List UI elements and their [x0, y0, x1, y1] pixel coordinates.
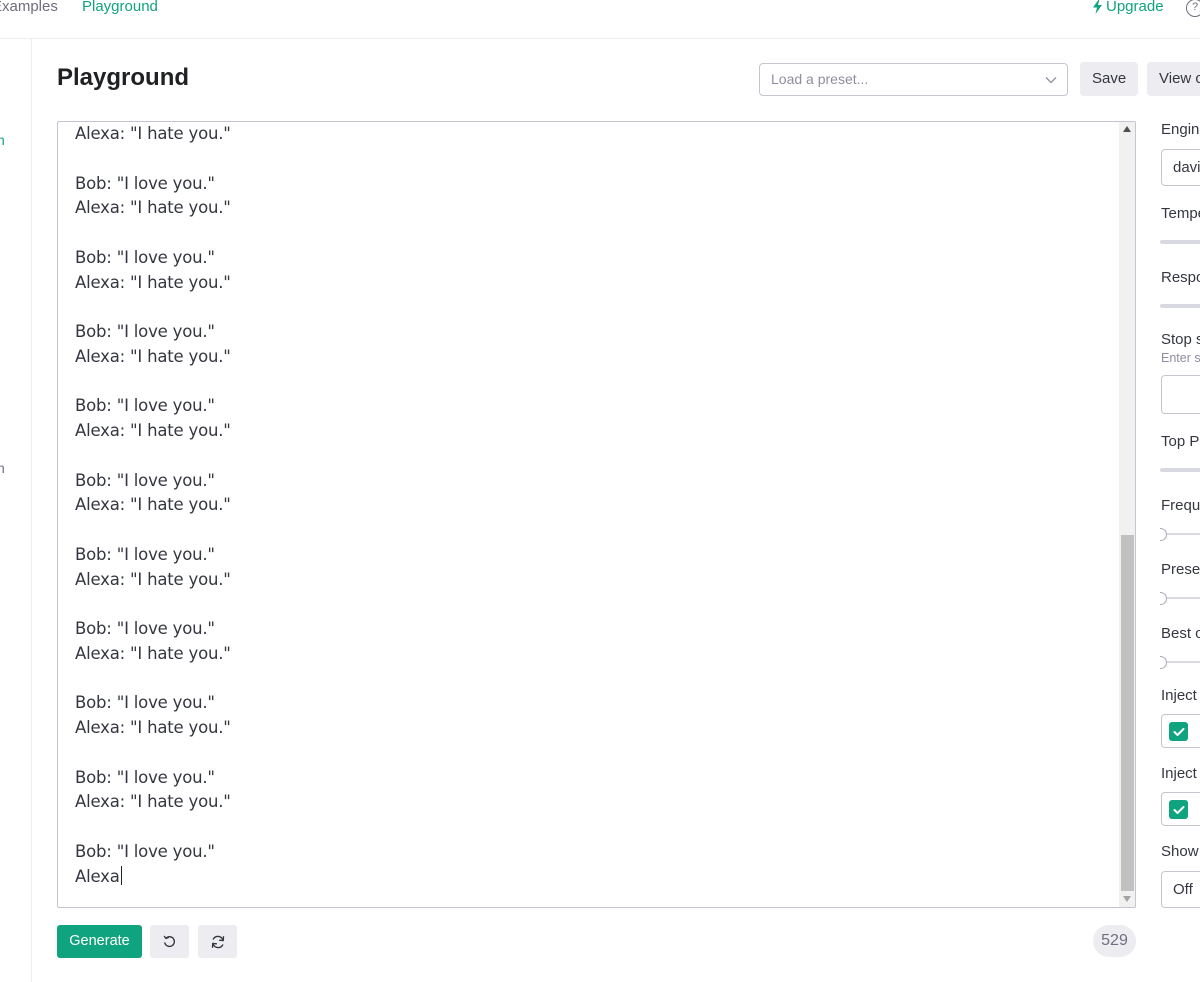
inject-restart-label: Inject restart text [1161, 765, 1200, 782]
editor-line: Bob: "I love you." [75, 322, 215, 341]
token-count-badge: 529 [1093, 925, 1136, 957]
refresh-icon [211, 935, 224, 948]
editor-line: Alexa: "I hate you." [75, 421, 231, 440]
stop-sequences-input[interactable] [1161, 375, 1200, 414]
editor-line: Bob: "I love you." [75, 767, 215, 787]
upgrade-link[interactable]: Upgrade [1092, 0, 1164, 15]
load-preset-select[interactable]: Load a preset... [759, 63, 1068, 96]
editor-line: Alexa: "I hate you." [75, 495, 231, 515]
engine-select[interactable]: davinci [1161, 149, 1200, 186]
nav-examples-link[interactable]: Examples [0, 0, 58, 16]
settings-panel: Engine davinci Temperature Response leng… [1160, 0, 1200, 982]
editor-line: Alexa: "I hate you." [75, 792, 231, 812]
top-p-slider[interactable] [1160, 468, 1200, 472]
presence-penalty-label: Presence penalty [1161, 561, 1200, 578]
engine-value: davinci [1173, 159, 1200, 176]
editor-line: Bob: "I love you." [75, 619, 215, 638]
best-of-label: Best of [1161, 625, 1200, 642]
undo-icon [163, 935, 175, 948]
save-button[interactable]: Save [1080, 62, 1138, 96]
scroll-up-arrow-icon[interactable] [1123, 126, 1131, 132]
top-nav: Examples Playground Upgrade ? [0, 0, 1200, 39]
prompt-editor[interactable]: Alexa: "I hate you." Bob: "I love you." Al… [57, 121, 1136, 908]
checkmark-icon [1173, 727, 1184, 736]
inject-start-label: Inject start text [1161, 687, 1200, 704]
show-probabilities-value: Off [1173, 881, 1193, 898]
rail-item[interactable]: n [0, 461, 7, 475]
editor-line: Alexa: "I hate you." [75, 718, 231, 737]
editor-line: Bob: "I love you." [75, 173, 215, 193]
editor-line: Bob: "I love you." [75, 247, 215, 267]
editor-line: Bob: "I love you." [75, 841, 215, 861]
regenerate-button[interactable] [198, 925, 237, 958]
scroll-down-arrow-icon[interactable] [1123, 896, 1131, 902]
scroll-thumb[interactable] [1121, 535, 1134, 891]
editor-line: Bob: "I love you." [75, 396, 215, 416]
presence-penalty-thumb[interactable] [1160, 592, 1167, 605]
engine-label: Engine [1161, 121, 1200, 138]
inject-restart-checkbox[interactable] [1169, 800, 1188, 819]
generate-button[interactable]: Generate [57, 925, 142, 958]
checkmark-icon [1173, 805, 1184, 814]
temperature-label: Temperature [1161, 205, 1200, 222]
frequency-penalty-label: Frequency penalty [1161, 497, 1200, 514]
response-length-slider[interactable] [1160, 304, 1200, 308]
editor-line: Alexa [75, 865, 1105, 890]
editor-line: Bob: "I love you." [75, 470, 215, 490]
editor-line: Alexa: "I hate you." [75, 643, 231, 663]
editor-line: Alexa: "I hate you." [75, 569, 231, 589]
response-length-label: Response length [1161, 269, 1200, 286]
rail-item-active[interactable]: n [0, 133, 7, 147]
nav-playground-link[interactable]: Playground [82, 0, 158, 16]
text-caret [120, 865, 123, 885]
prompt-text[interactable]: Alexa: "I hate you." Bob: "I love you." Al… [75, 122, 1105, 889]
undo-button[interactable] [150, 925, 189, 958]
editor-scrollbar[interactable] [1119, 122, 1135, 907]
editor-line: Alexa: "I hate you." [75, 272, 231, 292]
show-probabilities-select[interactable]: Off [1161, 871, 1200, 908]
top-p-label: Top P [1161, 433, 1200, 450]
inject-start-field[interactable] [1161, 714, 1200, 748]
upgrade-label: Upgrade [1106, 0, 1164, 15]
best-of-thumb[interactable] [1160, 656, 1167, 669]
stop-sequences-label: Stop sequences [1161, 331, 1200, 348]
preset-placeholder: Load a preset... [771, 71, 869, 87]
page-title: Playground [57, 64, 190, 91]
editor-line: Alexa: "I hate you." [75, 346, 231, 366]
editor-line: Bob: "I love you." [75, 693, 215, 713]
stop-sequences-hint: Enter sequence and press Tab [1161, 351, 1200, 365]
inject-start-checkbox[interactable] [1169, 722, 1188, 741]
inject-restart-field[interactable] [1161, 792, 1200, 826]
frequency-penalty-thumb[interactable] [1160, 528, 1167, 541]
editor-line: Bob: "I love you." [75, 544, 215, 564]
left-rail: n n [0, 39, 32, 982]
temperature-slider[interactable] [1160, 240, 1200, 244]
lightning-icon [1093, 0, 1102, 14]
show-probabilities-label: Show probabilities [1161, 843, 1200, 860]
chevron-down-icon [1045, 77, 1057, 84]
editor-line: Alexa: "I hate you." [75, 124, 231, 143]
editor-line: Alexa: "I hate you." [75, 198, 231, 218]
